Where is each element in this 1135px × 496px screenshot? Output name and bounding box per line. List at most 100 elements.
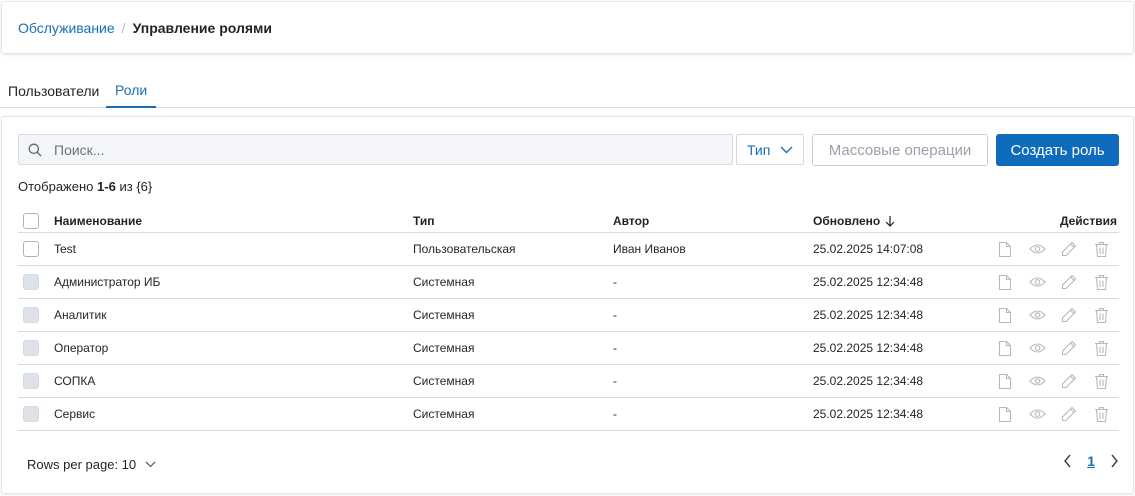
column-header-updated[interactable]: Обновлено <box>813 207 895 234</box>
search-box[interactable] <box>18 134 733 165</box>
copy-icon[interactable] <box>989 340 1021 357</box>
cell-type: Системная <box>413 275 475 289</box>
cell-type: Системная <box>413 407 475 421</box>
trash-icon[interactable] <box>1085 406 1117 423</box>
page-number[interactable]: 1 <box>1087 453 1095 469</box>
roles-panel: Тип Массовые операции Создать роль Отобр… <box>1 116 1134 494</box>
select-all-checkbox[interactable] <box>23 212 39 229</box>
pencil-icon[interactable] <box>1053 307 1085 323</box>
row-checkbox[interactable] <box>23 307 39 323</box>
eye-icon[interactable] <box>1021 276 1053 288</box>
column-header-updated-label: Обновлено <box>813 213 881 228</box>
row-checkbox[interactable] <box>23 340 39 356</box>
cell-type: Системная <box>413 308 475 322</box>
eye-icon[interactable] <box>1021 342 1053 354</box>
row-checkbox[interactable] <box>23 241 39 257</box>
cell-updated: 25.02.2025 12:34:48 <box>813 374 924 388</box>
chevron-left-icon[interactable] <box>1063 454 1073 468</box>
rows-per-page-label: Rows per page: 10 <box>27 457 137 472</box>
pencil-icon[interactable] <box>1053 340 1085 356</box>
header-bar: Обслуживание / Управление ролями <box>1 1 1134 54</box>
cell-author: - <box>613 407 617 421</box>
row-checkbox[interactable] <box>23 406 39 422</box>
cell-name: Сервис <box>54 407 96 421</box>
cell-name: Аналитик <box>54 308 107 322</box>
row-actions <box>989 340 1117 357</box>
search-input[interactable] <box>52 140 702 159</box>
cell-name: Test <box>54 242 77 256</box>
type-filter-label: Тип <box>747 141 771 158</box>
tab-bar: Пользователи Роли <box>0 74 1135 108</box>
eye-icon[interactable] <box>1021 243 1053 255</box>
count-range: 1-6 <box>97 179 116 194</box>
row-actions <box>989 241 1117 258</box>
row-actions <box>989 406 1117 423</box>
pencil-icon[interactable] <box>1053 241 1085 257</box>
cell-author: - <box>613 374 617 388</box>
table-row[interactable]: Test Пользовательская Иван Иванов 25.02.… <box>18 233 1119 266</box>
table-row[interactable]: Аналитик Системная - 25.02.2025 12:34:48 <box>18 299 1119 332</box>
cell-type: Пользовательская <box>413 242 516 256</box>
cell-name: Администратор ИБ <box>54 275 161 289</box>
chevron-down-icon <box>145 461 156 468</box>
breadcrumb-parent-link[interactable]: Обслуживание <box>18 20 115 36</box>
table-row[interactable]: СОПКА Системная - 25.02.2025 12:34:48 <box>18 365 1119 398</box>
row-checkbox[interactable] <box>23 274 39 290</box>
cell-type: Системная <box>413 374 475 388</box>
breadcrumb-separator: / <box>121 19 126 36</box>
copy-icon[interactable] <box>989 307 1021 324</box>
cell-author: - <box>613 308 617 322</box>
cell-type: Системная <box>413 341 475 355</box>
cell-name: Оператор <box>54 341 109 355</box>
cell-name: СОПКА <box>54 374 96 388</box>
row-actions <box>989 274 1117 291</box>
rows-per-page-dropdown[interactable]: Rows per page: 10 <box>27 457 156 472</box>
column-header-actions: Действия <box>1059 213 1117 228</box>
row-actions <box>989 373 1117 390</box>
eye-icon[interactable] <box>1021 408 1053 420</box>
pencil-icon[interactable] <box>1053 373 1085 389</box>
pagination: 1 <box>1063 453 1119 469</box>
arrow-down-icon <box>885 215 895 227</box>
copy-icon[interactable] <box>989 373 1021 390</box>
mass-operations-button[interactable]: Массовые операции <box>812 134 988 166</box>
cell-author: Иван Иванов <box>613 242 686 256</box>
table-header: Наименование Тип Автор Обновлено Действи… <box>18 205 1119 233</box>
cell-updated: 25.02.2025 12:34:48 <box>813 275 924 289</box>
column-header-name[interactable]: Наименование <box>54 207 142 234</box>
trash-icon[interactable] <box>1085 373 1117 390</box>
cell-author: - <box>613 341 617 355</box>
type-filter-dropdown[interactable]: Тип <box>736 134 804 165</box>
chevron-right-icon[interactable] <box>1109 454 1119 468</box>
row-checkbox[interactable] <box>23 373 39 389</box>
results-count: Отображено 1-6 из {6} <box>18 179 152 194</box>
cell-updated: 25.02.2025 12:34:48 <box>813 308 924 322</box>
tab-roles[interactable]: Роли <box>106 74 157 108</box>
tab-users[interactable]: Пользователи <box>8 74 99 108</box>
trash-icon[interactable] <box>1085 274 1117 291</box>
trash-icon[interactable] <box>1085 241 1117 258</box>
trash-icon[interactable] <box>1085 307 1117 324</box>
copy-icon[interactable] <box>989 406 1021 423</box>
roles-table: Наименование Тип Автор Обновлено Действи… <box>18 205 1119 431</box>
eye-icon[interactable] <box>1021 309 1053 321</box>
create-role-button[interactable]: Создать роль <box>996 134 1119 166</box>
table-row[interactable]: Администратор ИБ Системная - 25.02.2025 … <box>18 266 1119 299</box>
cell-updated: 25.02.2025 12:34:48 <box>813 407 924 421</box>
page-title: Управление ролями <box>132 19 272 36</box>
table-row[interactable]: Оператор Системная - 25.02.2025 12:34:48 <box>18 332 1119 365</box>
count-total: {6} <box>136 179 153 194</box>
cell-updated: 25.02.2025 14:07:08 <box>813 242 924 256</box>
copy-icon[interactable] <box>989 241 1021 258</box>
trash-icon[interactable] <box>1085 340 1117 357</box>
copy-icon[interactable] <box>989 274 1021 291</box>
column-header-author[interactable]: Автор <box>613 207 649 234</box>
chevron-down-icon <box>780 146 793 153</box>
count-middle: из <box>119 179 133 194</box>
column-header-type[interactable]: Тип <box>413 207 435 234</box>
table-row[interactable]: Сервис Системная - 25.02.2025 12:34:48 <box>18 398 1119 431</box>
eye-icon[interactable] <box>1021 375 1053 387</box>
pencil-icon[interactable] <box>1053 274 1085 290</box>
row-actions <box>989 307 1117 324</box>
pencil-icon[interactable] <box>1053 406 1085 422</box>
